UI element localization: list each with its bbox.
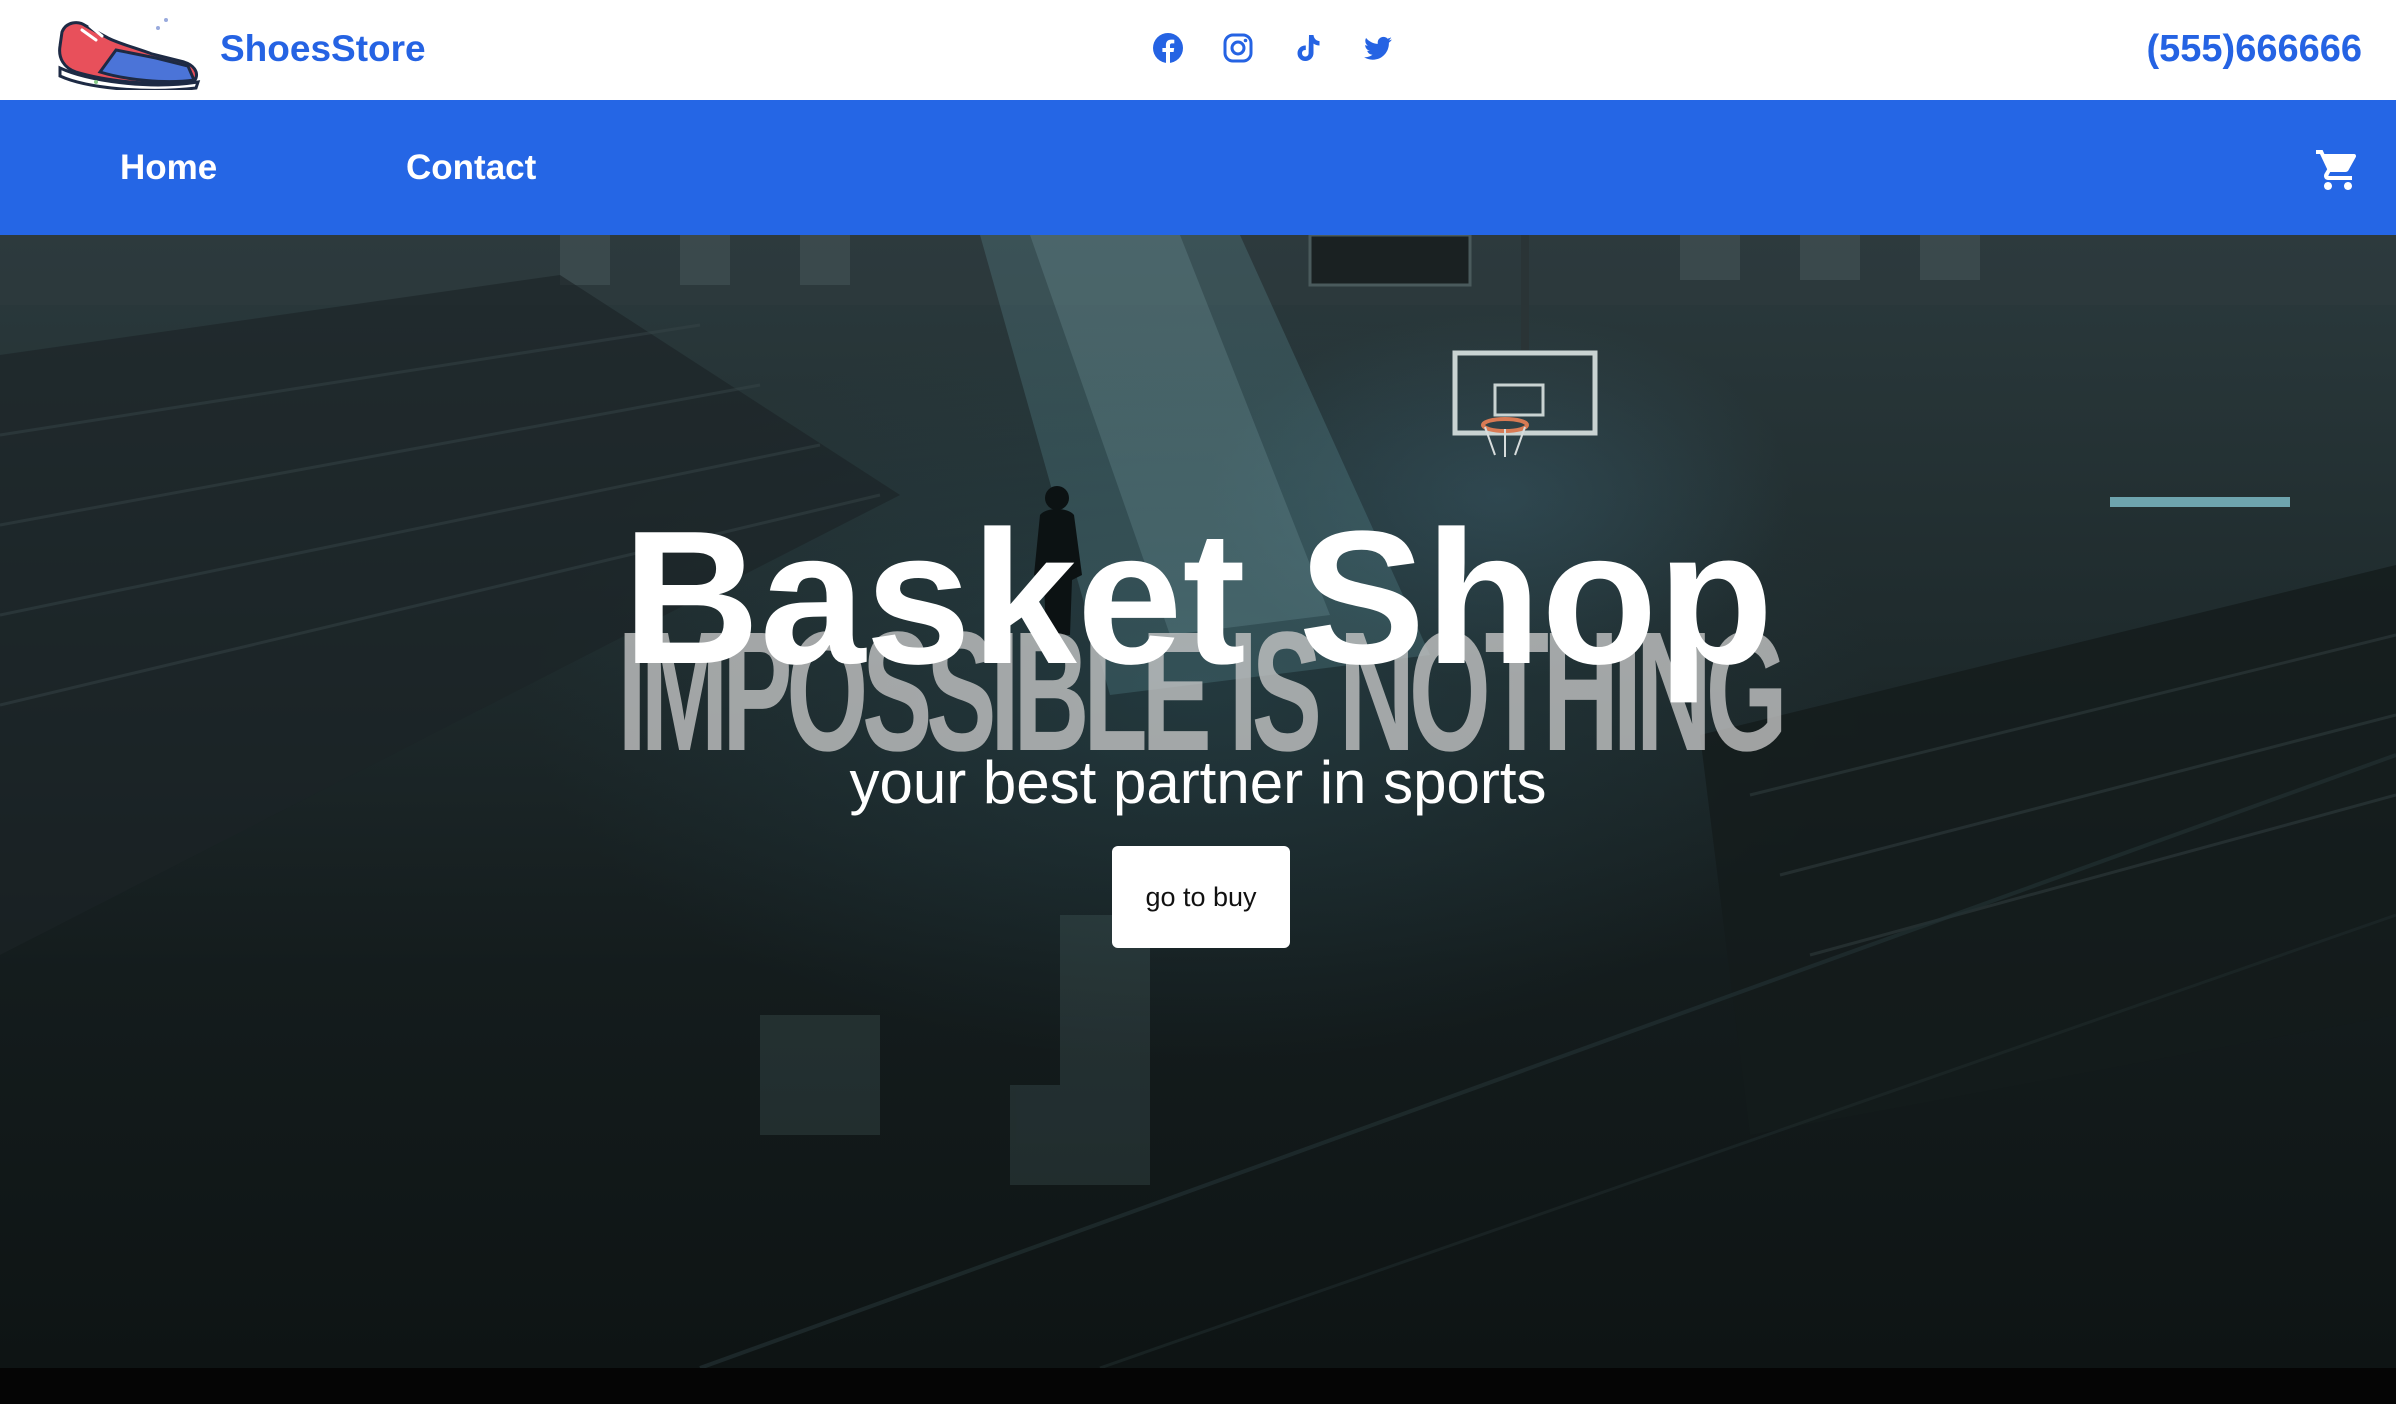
instagram-icon[interactable] (1222, 32, 1254, 64)
phone-number[interactable]: (555)666666 (2146, 28, 2362, 71)
nav-link-home[interactable]: Home (120, 148, 217, 188)
twitter-icon[interactable] (1362, 32, 1394, 64)
facebook-icon[interactable] (1152, 32, 1184, 64)
nav-link-contact[interactable]: Contact (406, 148, 536, 188)
social-links (1152, 28, 1394, 68)
top-bar: ShoesStore (555)666666 (0, 0, 2396, 100)
sneaker-logo-icon[interactable] (56, 10, 204, 90)
hero-subtitle: your best partner in sports (849, 749, 1547, 816)
tiktok-icon[interactable] (1292, 32, 1324, 64)
go-to-buy-button[interactable]: go to buy (1112, 846, 1290, 948)
main-nav: Home Contact (0, 100, 2396, 235)
brand-name[interactable]: ShoesStore (220, 28, 426, 70)
hero-title: Basket Shop (622, 492, 1774, 704)
shopping-cart-icon[interactable] (2314, 146, 2362, 194)
page-bottom-edge (0, 1368, 2396, 1404)
hero-banner: IMPOSSIBLE IS NOTHING Basket Shop your b… (0, 235, 2396, 1368)
